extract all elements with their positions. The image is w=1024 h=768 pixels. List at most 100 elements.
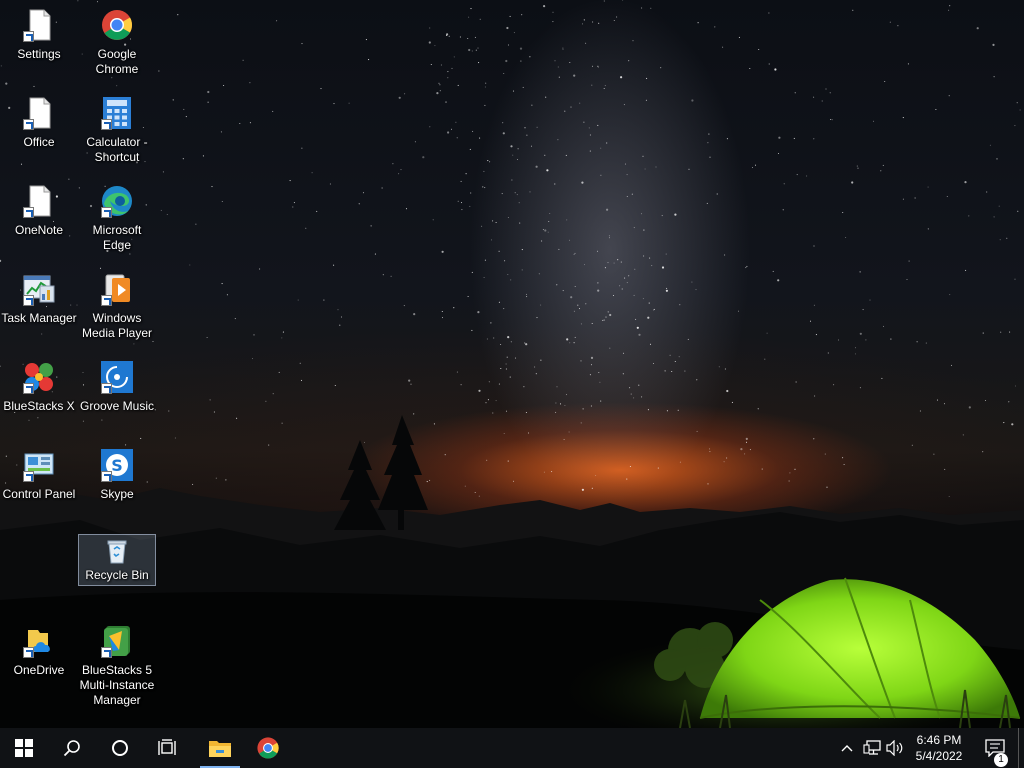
star xyxy=(948,95,950,97)
star xyxy=(723,461,725,463)
star xyxy=(536,317,538,319)
star xyxy=(612,294,615,297)
star xyxy=(556,284,558,286)
star xyxy=(453,307,455,309)
star xyxy=(604,267,606,269)
shortcut-arrow-icon xyxy=(101,471,112,482)
cortana-button[interactable] xyxy=(96,728,144,768)
shortcut-arrow-icon xyxy=(23,31,34,42)
desktop-icon-calculator-shortcut[interactable]: Calculator - Shortcut xyxy=(78,90,156,174)
star xyxy=(629,465,631,468)
star xyxy=(329,183,331,185)
star xyxy=(33,85,35,87)
star xyxy=(546,169,549,172)
star xyxy=(660,67,662,69)
star xyxy=(549,212,551,215)
search-button[interactable] xyxy=(48,728,96,768)
desktop-icon-groove-music[interactable]: Groove Music xyxy=(78,354,156,438)
star xyxy=(320,88,322,90)
star xyxy=(503,432,505,435)
desktop-icon-bluestacks-x[interactable]: BlueStacks X xyxy=(0,354,78,438)
volume-icon xyxy=(886,740,903,756)
desktop-icon-task-manager[interactable]: Task Manager xyxy=(0,266,78,350)
skype-icon: S xyxy=(100,448,134,482)
star xyxy=(333,103,335,105)
network-button[interactable] xyxy=(860,728,884,768)
desktop-icon-onenote[interactable]: OneNote xyxy=(0,178,78,262)
desktop-icon-recycle-bin[interactable]: Recycle Bin xyxy=(78,534,156,586)
desktop-icon-microsoft-edge[interactable]: Microsoft Edge xyxy=(78,178,156,262)
taskbar-clock[interactable]: 6:46 PM 5/4/2022 xyxy=(906,728,972,768)
start-button[interactable] xyxy=(0,728,48,768)
star xyxy=(872,120,875,122)
star xyxy=(404,93,406,95)
star xyxy=(631,193,633,195)
star xyxy=(220,131,222,133)
desktop-icon-windows-media-player[interactable]: Windows Media Player xyxy=(78,266,156,350)
star xyxy=(487,160,489,162)
star xyxy=(554,60,556,62)
taskbar-file-explorer[interactable] xyxy=(196,728,244,768)
star xyxy=(519,222,521,224)
volume-button[interactable] xyxy=(884,728,906,768)
star xyxy=(813,138,815,140)
star xyxy=(783,183,785,185)
star xyxy=(976,27,979,30)
star xyxy=(479,18,481,20)
star xyxy=(602,319,604,321)
desktop-icon-onedrive[interactable]: OneDrive xyxy=(0,618,78,702)
star xyxy=(758,48,760,51)
shortcut-arrow-icon xyxy=(23,119,34,130)
star xyxy=(751,166,754,169)
star xyxy=(641,396,643,398)
task-view-button[interactable] xyxy=(144,728,192,768)
star xyxy=(968,406,971,409)
desktop-icon-control-panel[interactable]: Control Panel xyxy=(0,442,78,526)
star xyxy=(460,384,462,386)
star xyxy=(865,339,867,341)
star xyxy=(521,269,523,271)
desktop-icon-skype[interactable]: S Skype xyxy=(78,442,156,526)
star xyxy=(195,223,197,225)
star xyxy=(536,126,538,128)
star xyxy=(696,430,698,432)
star xyxy=(542,229,544,231)
shortcut-arrow-icon xyxy=(23,295,34,306)
star xyxy=(854,347,857,349)
star xyxy=(500,367,502,370)
star xyxy=(684,370,686,372)
star xyxy=(566,338,569,341)
star xyxy=(582,408,584,410)
star xyxy=(516,194,518,196)
clock-time: 6:46 PM xyxy=(916,733,962,747)
star xyxy=(821,100,823,102)
star xyxy=(589,374,591,376)
star xyxy=(595,474,597,477)
star xyxy=(514,192,516,194)
star xyxy=(487,399,489,401)
show-hidden-icons-button[interactable] xyxy=(836,728,858,768)
star xyxy=(1006,237,1008,239)
star xyxy=(512,90,515,92)
show-desktop-button[interactable] xyxy=(1018,728,1024,768)
star xyxy=(638,384,640,386)
star xyxy=(544,154,546,156)
star xyxy=(510,279,512,281)
star xyxy=(749,67,751,70)
notification-count-badge: 1 xyxy=(994,753,1008,767)
star xyxy=(492,220,494,222)
desktop-icon-office[interactable]: Office xyxy=(0,90,78,174)
star xyxy=(795,381,797,383)
star xyxy=(540,359,542,361)
star xyxy=(468,16,470,18)
desktop-icon-bluestacks-multi-instance-manager[interactable]: BlueStacks 5 Multi-Instance Manager xyxy=(78,618,156,710)
file-explorer-icon xyxy=(209,741,231,757)
star xyxy=(830,118,832,121)
star xyxy=(521,249,523,251)
star xyxy=(474,36,476,38)
action-center-button[interactable]: 1 xyxy=(978,728,1012,768)
desktop-icon-settings[interactable]: Settings xyxy=(0,2,78,86)
taskbar-google-chrome[interactable] xyxy=(244,728,292,768)
desktop-icon-google-chrome[interactable]: Google Chrome xyxy=(78,2,156,86)
star xyxy=(842,457,844,459)
